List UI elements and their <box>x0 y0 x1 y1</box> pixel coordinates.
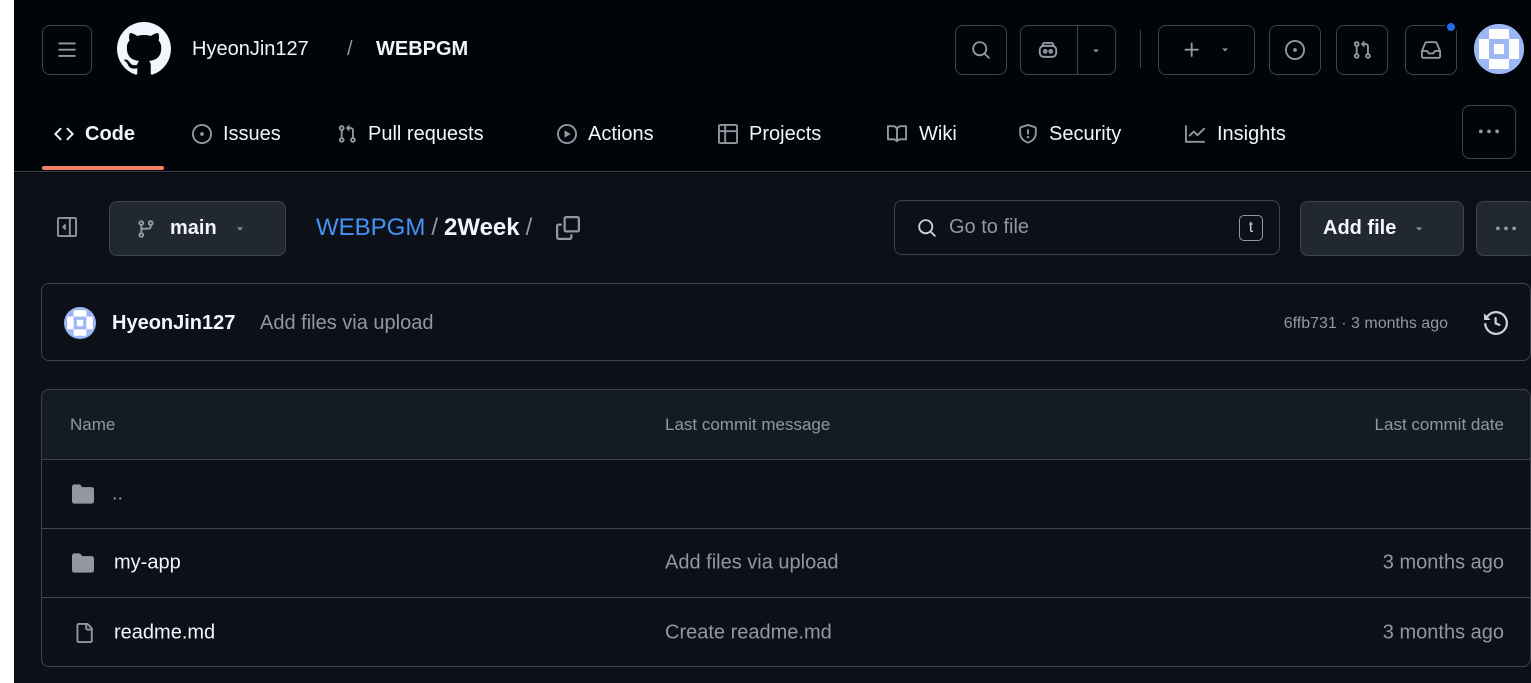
git-branch-icon <box>138 219 154 238</box>
table-row[interactable]: readme.md Create readme.md 3 months ago <box>42 598 1530 666</box>
file-icon <box>76 622 93 643</box>
commit-message-link[interactable]: Create readme.md <box>665 621 832 644</box>
copilot-button[interactable] <box>1020 25 1116 75</box>
chevron-down-icon <box>236 227 243 230</box>
search-icon <box>972 41 990 59</box>
code-icon <box>54 127 74 141</box>
plus-icon <box>1184 42 1199 57</box>
table-header: Name Last commit message Last commit dat… <box>42 390 1530 460</box>
tab-label: Actions <box>588 122 654 145</box>
tab-security[interactable]: Security <box>1018 115 1121 153</box>
identicon-icon <box>1474 24 1524 74</box>
commit-message-link[interactable]: Add files via upload <box>665 552 838 575</box>
tab-label: Insights <box>1217 122 1286 145</box>
tab-label: Projects <box>749 122 822 145</box>
header-divider <box>1140 30 1141 68</box>
repo-path-separator: / <box>347 38 353 60</box>
tab-code[interactable]: Code <box>54 115 135 153</box>
hamburger-icon <box>58 42 76 57</box>
global-header: HyeonJin127 / WEBPGM Code Issues Pull re… <box>14 0 1531 172</box>
graph-icon <box>1185 125 1205 143</box>
repo-name-link[interactable]: WEBPGM <box>376 38 468 61</box>
chevron-down-icon <box>1221 48 1228 52</box>
tab-label: Issues <box>223 122 281 145</box>
breadcrumb-repo-link[interactable]: WEBPGM <box>316 214 425 242</box>
tab-insights[interactable]: Insights <box>1184 115 1286 153</box>
folder-icon <box>72 484 94 504</box>
tab-label: Code <box>85 122 135 145</box>
tab-label: Wiki <box>919 122 957 145</box>
parent-directory-row[interactable]: .. <box>42 460 1530 529</box>
tab-pull-requests[interactable]: Pull requests <box>337 115 484 153</box>
your-pull-requests-button[interactable] <box>1336 25 1388 75</box>
history-icon[interactable] <box>1484 311 1508 335</box>
repo-nav-overflow-button[interactable] <box>1462 105 1516 159</box>
breadcrumb-current-folder: 2Week <box>444 214 520 241</box>
commit-message[interactable]: Add files via upload <box>260 312 433 335</box>
shield-icon <box>1019 124 1037 144</box>
copilot-divider <box>1077 26 1078 74</box>
git-pull-request-icon <box>338 124 356 143</box>
copilot-icon <box>1038 41 1058 58</box>
repo-owner-link[interactable]: HyeonJin127 <box>192 38 309 61</box>
search-icon <box>918 218 936 237</box>
file-table: Name Last commit message Last commit dat… <box>41 389 1531 667</box>
breadcrumb: WEBPGM / 2Week / <box>316 214 581 242</box>
branch-name: main <box>170 217 217 239</box>
expand-file-tree-button[interactable] <box>42 202 92 252</box>
file-name-link[interactable]: readme.md <box>114 621 215 644</box>
more-options-button[interactable] <box>1476 201 1531 256</box>
github-logo-icon[interactable] <box>117 22 171 76</box>
commit-author-avatar[interactable] <box>64 307 96 339</box>
column-header-name: Name <box>70 414 116 434</box>
search-button[interactable] <box>955 25 1007 75</box>
sidebar-expand-icon <box>57 217 77 237</box>
branch-select-button[interactable]: main <box>109 201 286 256</box>
breadcrumb-separator: / <box>431 214 439 241</box>
tab-actions[interactable]: Actions <box>557 115 654 153</box>
breadcrumb-separator: / <box>525 214 533 241</box>
create-new-button[interactable] <box>1158 25 1255 75</box>
column-header-message: Last commit message <box>665 414 831 434</box>
notification-unread-dot <box>1445 21 1457 33</box>
parent-directory-link[interactable]: .. <box>112 483 123 506</box>
tab-projects[interactable]: Projects <box>718 115 821 153</box>
issue-opened-icon <box>192 124 212 144</box>
book-icon <box>887 125 908 143</box>
tab-label: Security <box>1049 122 1122 145</box>
add-file-label: Add file <box>1323 217 1397 239</box>
tab-issues[interactable]: Issues <box>192 115 281 153</box>
commit-author[interactable]: HyeonJin127 <box>112 312 235 335</box>
tab-label: Pull requests <box>368 122 484 145</box>
go-to-file-input[interactable]: Go to file t <box>894 200 1280 255</box>
add-file-button[interactable]: Add file <box>1300 201 1464 256</box>
menu-button[interactable] <box>42 25 92 75</box>
git-pull-request-icon <box>1353 40 1371 59</box>
commit-date: 3 months ago <box>1382 551 1504 574</box>
kebab-horizontal-icon <box>1479 129 1499 134</box>
user-avatar[interactable] <box>1474 24 1524 74</box>
search-placeholder: Go to file <box>949 216 1030 238</box>
commit-meta[interactable]: 6ffb731 · 3 months ago <box>1284 315 1448 333</box>
issue-opened-icon <box>1285 40 1305 60</box>
selected-tab-indicator <box>42 166 164 170</box>
column-header-date: Last commit date <box>1374 414 1504 434</box>
file-name-link[interactable]: my-app <box>114 552 181 575</box>
latest-commit-bar: HyeonJin127 Add files via upload 6ffb731… <box>41 283 1531 361</box>
tab-wiki[interactable]: Wiki <box>886 115 957 153</box>
kebab-horizontal-icon <box>1496 226 1516 230</box>
play-icon <box>557 124 577 144</box>
copy-icon[interactable] <box>556 216 581 240</box>
table-icon <box>718 124 738 144</box>
commit-date: 3 months ago <box>1382 621 1504 643</box>
table-row[interactable]: my-app Add files via upload 3 months ago <box>42 529 1530 598</box>
inbox-icon <box>1421 41 1441 59</box>
chevron-down-icon[interactable] <box>1089 45 1103 57</box>
github-window: HyeonJin127 / WEBPGM Code Issues Pull re… <box>14 0 1531 683</box>
chevron-down-icon <box>1416 227 1423 230</box>
your-issues-button[interactable] <box>1269 25 1321 75</box>
identicon-icon <box>64 307 96 339</box>
keyboard-shortcut-hint: t <box>1239 215 1263 241</box>
folder-icon <box>72 553 94 573</box>
